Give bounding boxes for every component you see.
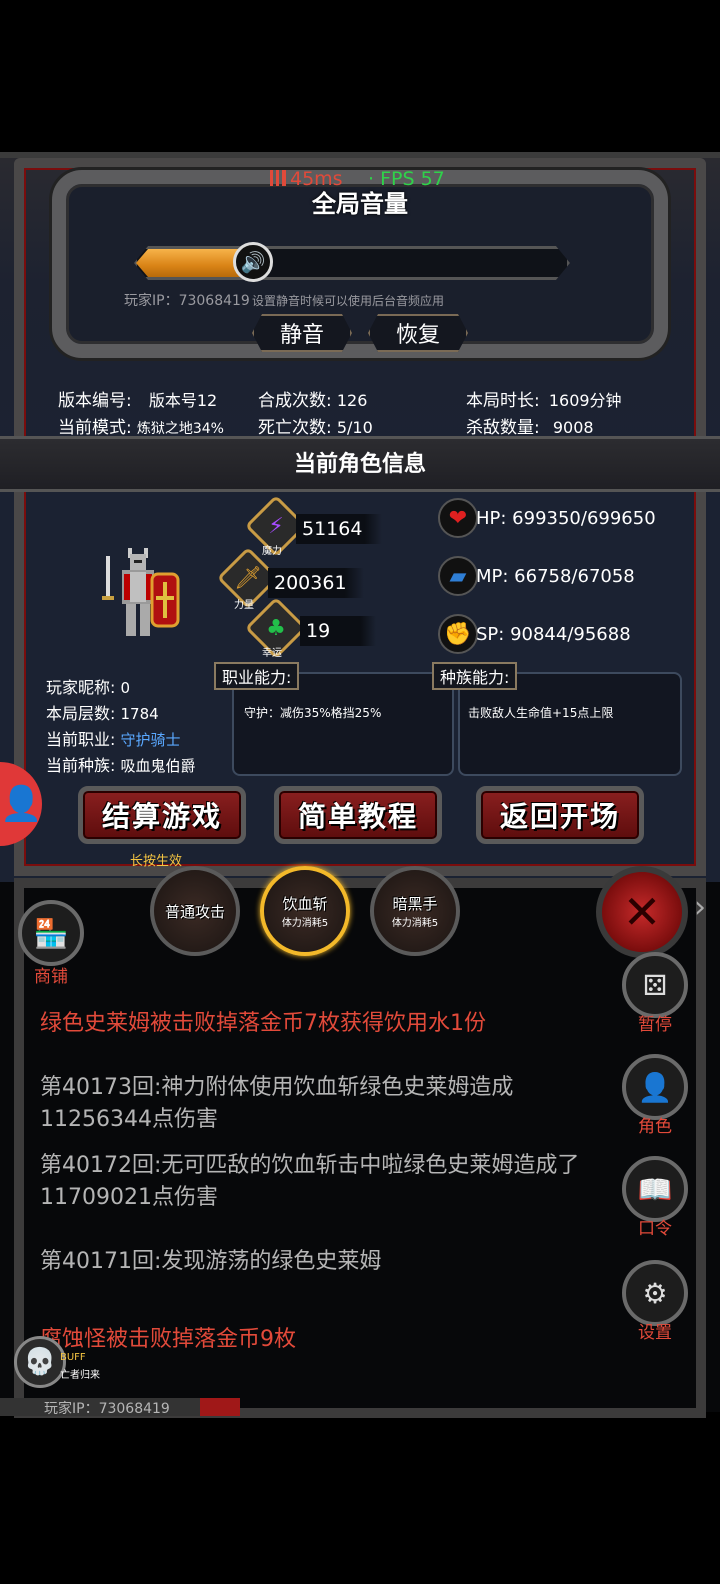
skill-cost: 体力消耗5 bbox=[281, 918, 329, 929]
skill-dark-hand[interactable]: 暗黑手 体力消耗5 bbox=[370, 866, 460, 956]
nickname-value: 0 bbox=[120, 679, 131, 697]
floor-line: 本局层数: 1784 bbox=[46, 700, 159, 724]
magic-value: 51164 bbox=[296, 514, 382, 544]
mode-value: 炼狱之地34% bbox=[136, 421, 224, 437]
volume-title: 全局音量 bbox=[312, 190, 408, 218]
shop-icon: 🏪 bbox=[33, 916, 69, 950]
knight-sprite bbox=[102, 548, 180, 636]
version-value: 版本号12 bbox=[148, 391, 218, 410]
version-stat: 版本编号: 版本号12 bbox=[58, 386, 217, 411]
skill-name: 普通攻击 bbox=[164, 902, 225, 921]
skill-normal-attack[interactable]: 普通攻击 bbox=[150, 866, 240, 956]
character-title: 当前角色信息 bbox=[293, 452, 426, 477]
power-label: 力量 bbox=[234, 600, 254, 611]
magic-label: 魔力 bbox=[262, 546, 282, 557]
book-icon: 📖 bbox=[637, 1172, 673, 1206]
job-ability-text: 守护：减伤35%格挡25% bbox=[244, 706, 382, 720]
synth-label: 合成次数: bbox=[258, 391, 332, 411]
death-label: 死亡次数: bbox=[258, 418, 332, 438]
settings-label: 设置 bbox=[638, 1323, 672, 1343]
synth-value: 126 bbox=[336, 391, 368, 410]
chevron-right-icon[interactable]: › bbox=[694, 890, 706, 925]
luck-badge: ♣ 幸运 bbox=[244, 596, 308, 660]
tutorial-button[interactable]: 简单教程 bbox=[274, 786, 442, 844]
log-entry: 第40172回:无可匹敌的饮血斩击中啦绿色史莱姆造成了11709021点伤害 bbox=[40, 1153, 580, 1210]
stamina-icon: ✊ bbox=[438, 614, 478, 654]
time-stat: 本局时长: 1609分钟 bbox=[466, 386, 622, 411]
luck-label: 幸运 bbox=[262, 648, 282, 659]
job-ability-title: 职业能力: bbox=[214, 662, 300, 690]
skill-name: 暗黑手 bbox=[392, 895, 438, 913]
time-label: 本局时长: bbox=[466, 391, 540, 411]
skill-cost: 体力消耗5 bbox=[391, 918, 439, 929]
kill-label: 杀敌数量: bbox=[466, 418, 540, 438]
volume-hint: 设置静音时候可以使用后台音频应用 bbox=[252, 294, 445, 308]
floor-value: 1784 bbox=[120, 705, 159, 723]
skull-icon[interactable]: 💀 bbox=[14, 1336, 66, 1388]
mp-value: MP: 66758/67058 bbox=[476, 566, 635, 587]
player-ip: 玩家IP：73068419 bbox=[124, 293, 250, 309]
role-label: 角色 bbox=[638, 1117, 672, 1137]
pause-label: 暂停 bbox=[638, 1015, 672, 1035]
close-icon[interactable]: ✕ bbox=[596, 866, 688, 958]
version-label: 版本编号: bbox=[58, 391, 132, 411]
log-entry: 第40173回:神力附体使用饮血斩绿色史莱姆造成11256344点伤害 bbox=[40, 1075, 514, 1132]
restore-button[interactable]: 恢复 bbox=[368, 314, 468, 352]
speaker-icon[interactable]: 🔊 bbox=[233, 242, 273, 282]
pause-button[interactable]: ⚄ bbox=[622, 952, 688, 1018]
long-press-hint: 长按生效 bbox=[130, 854, 183, 869]
gear-icon: ⚙ bbox=[642, 1276, 668, 1310]
code-label: 口令 bbox=[638, 1219, 672, 1239]
magic-badge: ⚡ 魔力 bbox=[244, 494, 308, 558]
kill-value: 9008 bbox=[552, 418, 594, 437]
power-value: 200361 bbox=[268, 568, 364, 598]
race-value: 吸血鬼伯爵 bbox=[120, 757, 196, 775]
race-ability-text: 击败敌人生命值+15点上限 bbox=[468, 706, 614, 720]
settings-button[interactable]: ⚙ bbox=[622, 1260, 688, 1326]
mana-icon: ▰ bbox=[438, 556, 478, 596]
job-value: 守护骑士 bbox=[120, 731, 181, 749]
sword-icon: 🗡 bbox=[234, 565, 262, 591]
power-badge: 🗡 力量 bbox=[216, 546, 280, 611]
buff-label: BUFF bbox=[60, 1352, 86, 1363]
role-button[interactable]: 👤 bbox=[622, 1054, 688, 1120]
race-line: 当前种族: 吸血鬼伯爵 bbox=[46, 752, 196, 776]
hp-value: HP: 699350/699650 bbox=[476, 508, 656, 529]
job-line: 当前职业: 守护骑士 bbox=[46, 726, 181, 750]
race-ability-title: 种族能力: bbox=[432, 662, 518, 690]
death-stat: 死亡次数: 5/10 bbox=[258, 413, 373, 438]
dice-icon: ⚄ bbox=[642, 968, 668, 1002]
synth-stat: 合成次数: 126 bbox=[258, 386, 367, 411]
code-button[interactable]: 📖 bbox=[622, 1156, 688, 1222]
log-entry: 腐蚀怪被击败掉落金币9枚 bbox=[40, 1327, 296, 1352]
job-label: 当前职业: bbox=[46, 730, 116, 749]
shop-button[interactable]: 🏪 bbox=[18, 900, 84, 966]
mode-label: 当前模式: bbox=[58, 418, 132, 438]
hooded-figure-icon: 👤 bbox=[637, 1070, 673, 1104]
skill-name: 饮血斩 bbox=[282, 895, 328, 913]
kill-stat: 杀敌数量: 9008 bbox=[466, 413, 594, 438]
buff-name: 亡者归来 bbox=[60, 1370, 100, 1381]
return-start-button[interactable]: 返回开场 bbox=[476, 786, 644, 844]
shop-label: 商铺 bbox=[34, 967, 68, 987]
sp-value: SP: 90844/95688 bbox=[476, 624, 631, 645]
log-entry: 第40171回:发现游荡的绿色史莱姆 bbox=[40, 1249, 382, 1274]
floor-label: 本局层数: bbox=[46, 704, 116, 723]
mode-stat: 当前模式: 炼狱之地34% bbox=[58, 413, 224, 438]
user-icon: 👤 bbox=[0, 784, 43, 824]
heart-icon: ❤ bbox=[438, 498, 478, 538]
nickname-label: 玩家昵称: bbox=[46, 678, 116, 697]
footer-player-ip: 玩家IP：73068419 bbox=[44, 1401, 170, 1417]
death-value: 5/10 bbox=[336, 418, 373, 437]
skill-blood-slash[interactable]: 饮血斩 体力消耗5 bbox=[260, 866, 350, 956]
settle-game-button[interactable]: 结算游戏 bbox=[78, 786, 246, 844]
mute-button[interactable]: 静音 bbox=[252, 314, 352, 352]
luck-value: 19 bbox=[300, 616, 376, 646]
log-entry: 绿色史莱姆被击败掉落金币7枚获得饮用水1份 bbox=[40, 1011, 486, 1036]
nickname-line: 玩家昵称: 0 bbox=[46, 674, 130, 698]
race-label: 当前种族: bbox=[46, 756, 116, 775]
time-value: 1609分钟 bbox=[548, 391, 622, 410]
